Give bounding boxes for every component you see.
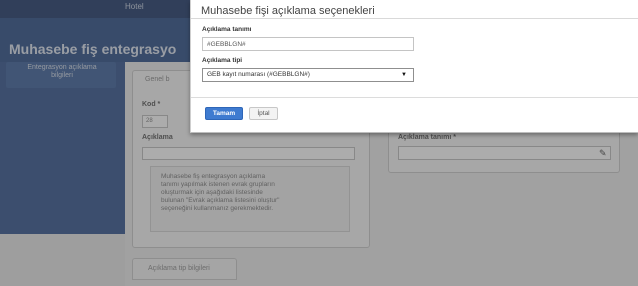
description-type-field-label: Açıklama tipi xyxy=(202,57,243,64)
cancel-button[interactable]: İptal xyxy=(249,107,278,120)
dialog-footer-divider xyxy=(191,97,638,98)
description-definition-field-label: Açıklama tanımı xyxy=(202,26,252,33)
dialog-title-divider xyxy=(191,18,638,19)
ok-button[interactable]: Tamam xyxy=(205,107,243,120)
description-type-select[interactable]: GEB kayıt numarası (#GEBBLGN#) ▼ xyxy=(202,68,414,82)
description-options-dialog: Muhasebe fişi açıklama seçenekleri Açıkl… xyxy=(190,0,638,133)
dialog-title: Muhasebe fişi açıklama seçenekleri xyxy=(201,5,375,17)
description-type-selected-value: GEB kayıt numarası (#GEBBLGN#) xyxy=(207,71,310,78)
dropdown-arrow-icon: ▼ xyxy=(401,72,407,78)
description-definition-field[interactable] xyxy=(202,37,414,51)
